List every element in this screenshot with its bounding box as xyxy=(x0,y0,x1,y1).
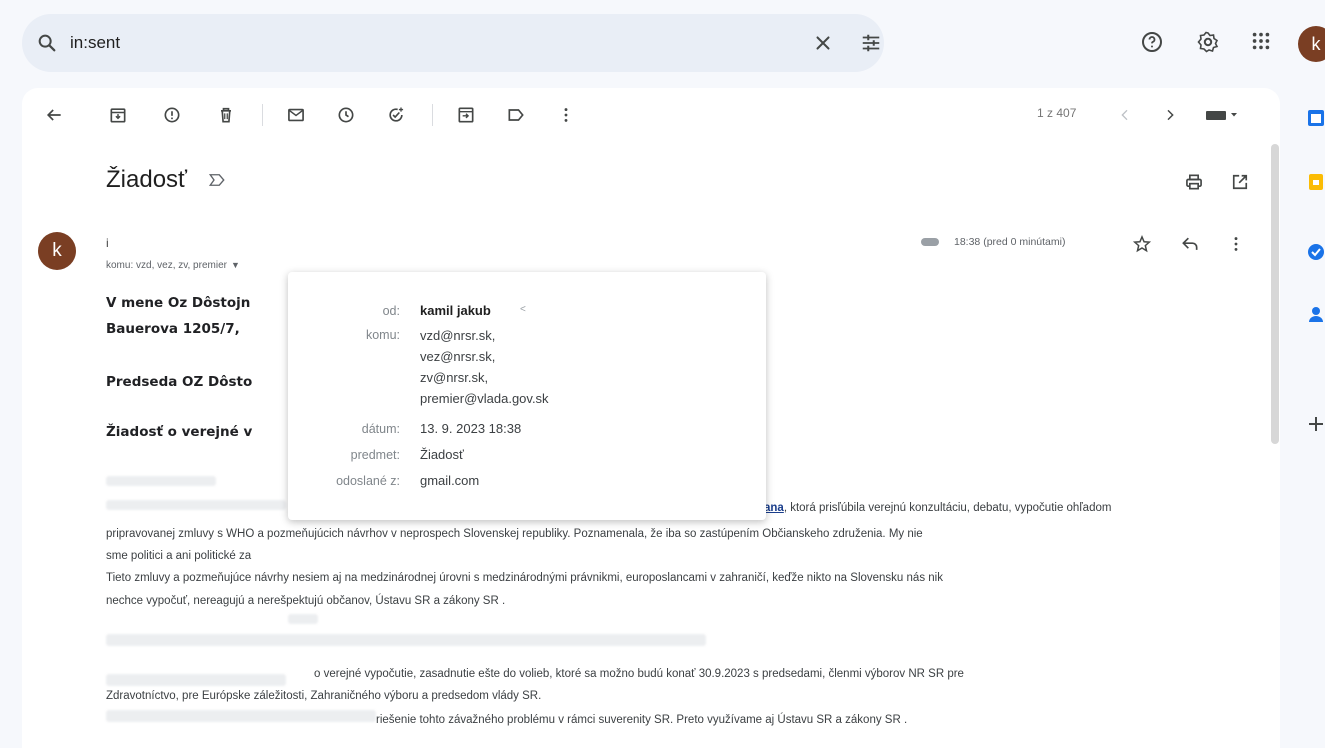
message-toolbar: 1 z 407 xyxy=(22,88,1280,142)
from-label: od: xyxy=(382,304,400,318)
add-to-tasks-icon[interactable] xyxy=(386,105,406,125)
body-paragraph-1c: sme politici a ani politické za xyxy=(106,550,252,562)
toolbar-divider xyxy=(262,104,263,126)
blurred-text xyxy=(106,634,706,646)
date-value: 13. 9. 2023 18:38 xyxy=(420,421,522,436)
back-arrow-icon[interactable] xyxy=(44,105,64,125)
delete-icon[interactable] xyxy=(216,105,236,125)
star-icon[interactable] xyxy=(1132,234,1152,254)
snooze-clock-icon[interactable] xyxy=(336,105,356,125)
important-label-icon[interactable] xyxy=(208,172,226,188)
body-line-3: Predseda OZ Dôsto xyxy=(106,374,253,390)
body-paragraph-1a: ana, ktorá prisľúbila verejnú konzultáci… xyxy=(764,502,1111,514)
body-link[interactable]: ana xyxy=(764,502,784,514)
to-value-1: vzd@nrsr.sk, xyxy=(420,328,496,343)
search-bar[interactable]: in:sent xyxy=(22,14,884,72)
blurred-text xyxy=(106,710,376,722)
open-in-new-window-icon[interactable] xyxy=(1230,172,1250,192)
sent-by-label: odoslané z: xyxy=(336,474,400,488)
subject-value: Žiadosť xyxy=(420,447,464,462)
add-app-icon[interactable] xyxy=(1306,414,1325,434)
top-bar: in:sent k xyxy=(0,0,1325,88)
email-subject: Žiadosť xyxy=(106,166,188,193)
blurred-text xyxy=(106,476,216,486)
search-icon[interactable] xyxy=(36,32,58,54)
input-tools-icon[interactable] xyxy=(1204,107,1240,123)
sender-avatar[interactable]: k xyxy=(38,232,76,270)
body-paragraph-2a: Tieto zmluvy a pozmeňujúce návrhy nesiem… xyxy=(106,572,943,584)
newer-chevron-icon[interactable] xyxy=(1117,107,1133,123)
body-paragraph-1b: pripravovanej zmluvy s WHO a pozmeňujúci… xyxy=(106,528,923,540)
body-paragraph-3c: riešenie tohto závažného problému v rámc… xyxy=(376,714,908,726)
from-address-suffix: < xyxy=(520,304,526,315)
scrollbar[interactable] xyxy=(1270,142,1280,444)
body-paragraph-3a: o verejné vypočutie, zasadnutie ešte do … xyxy=(314,668,964,680)
body-paragraph-2b: nechce vypočuť, nereagujú a nerešpektujú… xyxy=(106,595,506,607)
message-more-icon[interactable] xyxy=(1226,234,1246,254)
body-paragraph-1a-text: , ktorá prisľúbila verejnú konzultáciu, … xyxy=(783,502,1112,514)
body-line-4: Žiadosť o verejné v xyxy=(106,424,253,440)
blurred-text xyxy=(288,614,318,624)
from-name: kamil jakub xyxy=(420,303,491,318)
account-avatar[interactable]: k xyxy=(1298,26,1325,62)
calendar-icon[interactable] xyxy=(1306,108,1325,128)
print-icon[interactable] xyxy=(1184,172,1204,192)
to-value-3: zv@nrsr.sk, xyxy=(420,370,489,385)
reply-arrow-icon[interactable] xyxy=(1180,234,1200,254)
from-value: kamil jakub xyxy=(420,303,491,318)
clear-search-icon[interactable] xyxy=(812,32,834,54)
body-line-2: Bauerova 1205/7, xyxy=(106,321,240,337)
blurred-text xyxy=(106,674,286,686)
to-value-4: premier@vlada.gov.sk xyxy=(420,391,549,406)
blurred-text xyxy=(106,500,286,510)
mark-unread-icon[interactable] xyxy=(286,105,306,125)
label-icon[interactable] xyxy=(506,105,526,125)
show-details-chevron-icon[interactable]: ▼ xyxy=(231,260,240,270)
body-line-1: V mene Oz Dôstojn xyxy=(106,295,251,311)
to-label: komu: xyxy=(365,328,400,342)
move-to-icon[interactable] xyxy=(456,105,476,125)
older-chevron-icon[interactable] xyxy=(1162,107,1178,123)
more-vertical-icon[interactable] xyxy=(556,105,576,125)
help-icon[interactable] xyxy=(1140,30,1164,54)
pagination-count: 1 z 407 xyxy=(1037,106,1077,120)
apps-grid-icon[interactable] xyxy=(1250,30,1272,52)
contacts-icon[interactable] xyxy=(1306,304,1325,324)
tasks-icon[interactable] xyxy=(1306,242,1325,262)
message-time: 18:38 (pred 0 minútami) xyxy=(954,236,1066,248)
date-label: dátum: xyxy=(361,422,400,436)
report-spam-icon[interactable] xyxy=(162,105,182,125)
search-input[interactable]: in:sent xyxy=(70,33,120,53)
archive-icon[interactable] xyxy=(108,105,128,125)
toolbar-divider xyxy=(432,104,433,126)
settings-gear-icon[interactable] xyxy=(1196,30,1220,54)
sender-name[interactable]: i xyxy=(106,236,109,250)
search-options-icon[interactable] xyxy=(860,32,882,54)
keep-notes-icon[interactable] xyxy=(1306,172,1325,192)
recipients-text: komu: vzd, vez, zv, premier xyxy=(106,260,227,271)
message-details-popup: od: kamil jakub < komu: vzd@nrsr.sk, vez… xyxy=(288,272,766,520)
recipients-summary[interactable]: komu: vzd, vez, zv, premier ▼ xyxy=(106,260,240,271)
to-value-2: vez@nrsr.sk, xyxy=(420,349,496,364)
attachment-icon xyxy=(920,236,942,248)
body-paragraph-3b: Zdravotníctvo, pre Európske záležitosti,… xyxy=(106,690,542,702)
subject-label: predmet: xyxy=(350,448,400,462)
sent-by-value: gmail.com xyxy=(420,473,480,488)
